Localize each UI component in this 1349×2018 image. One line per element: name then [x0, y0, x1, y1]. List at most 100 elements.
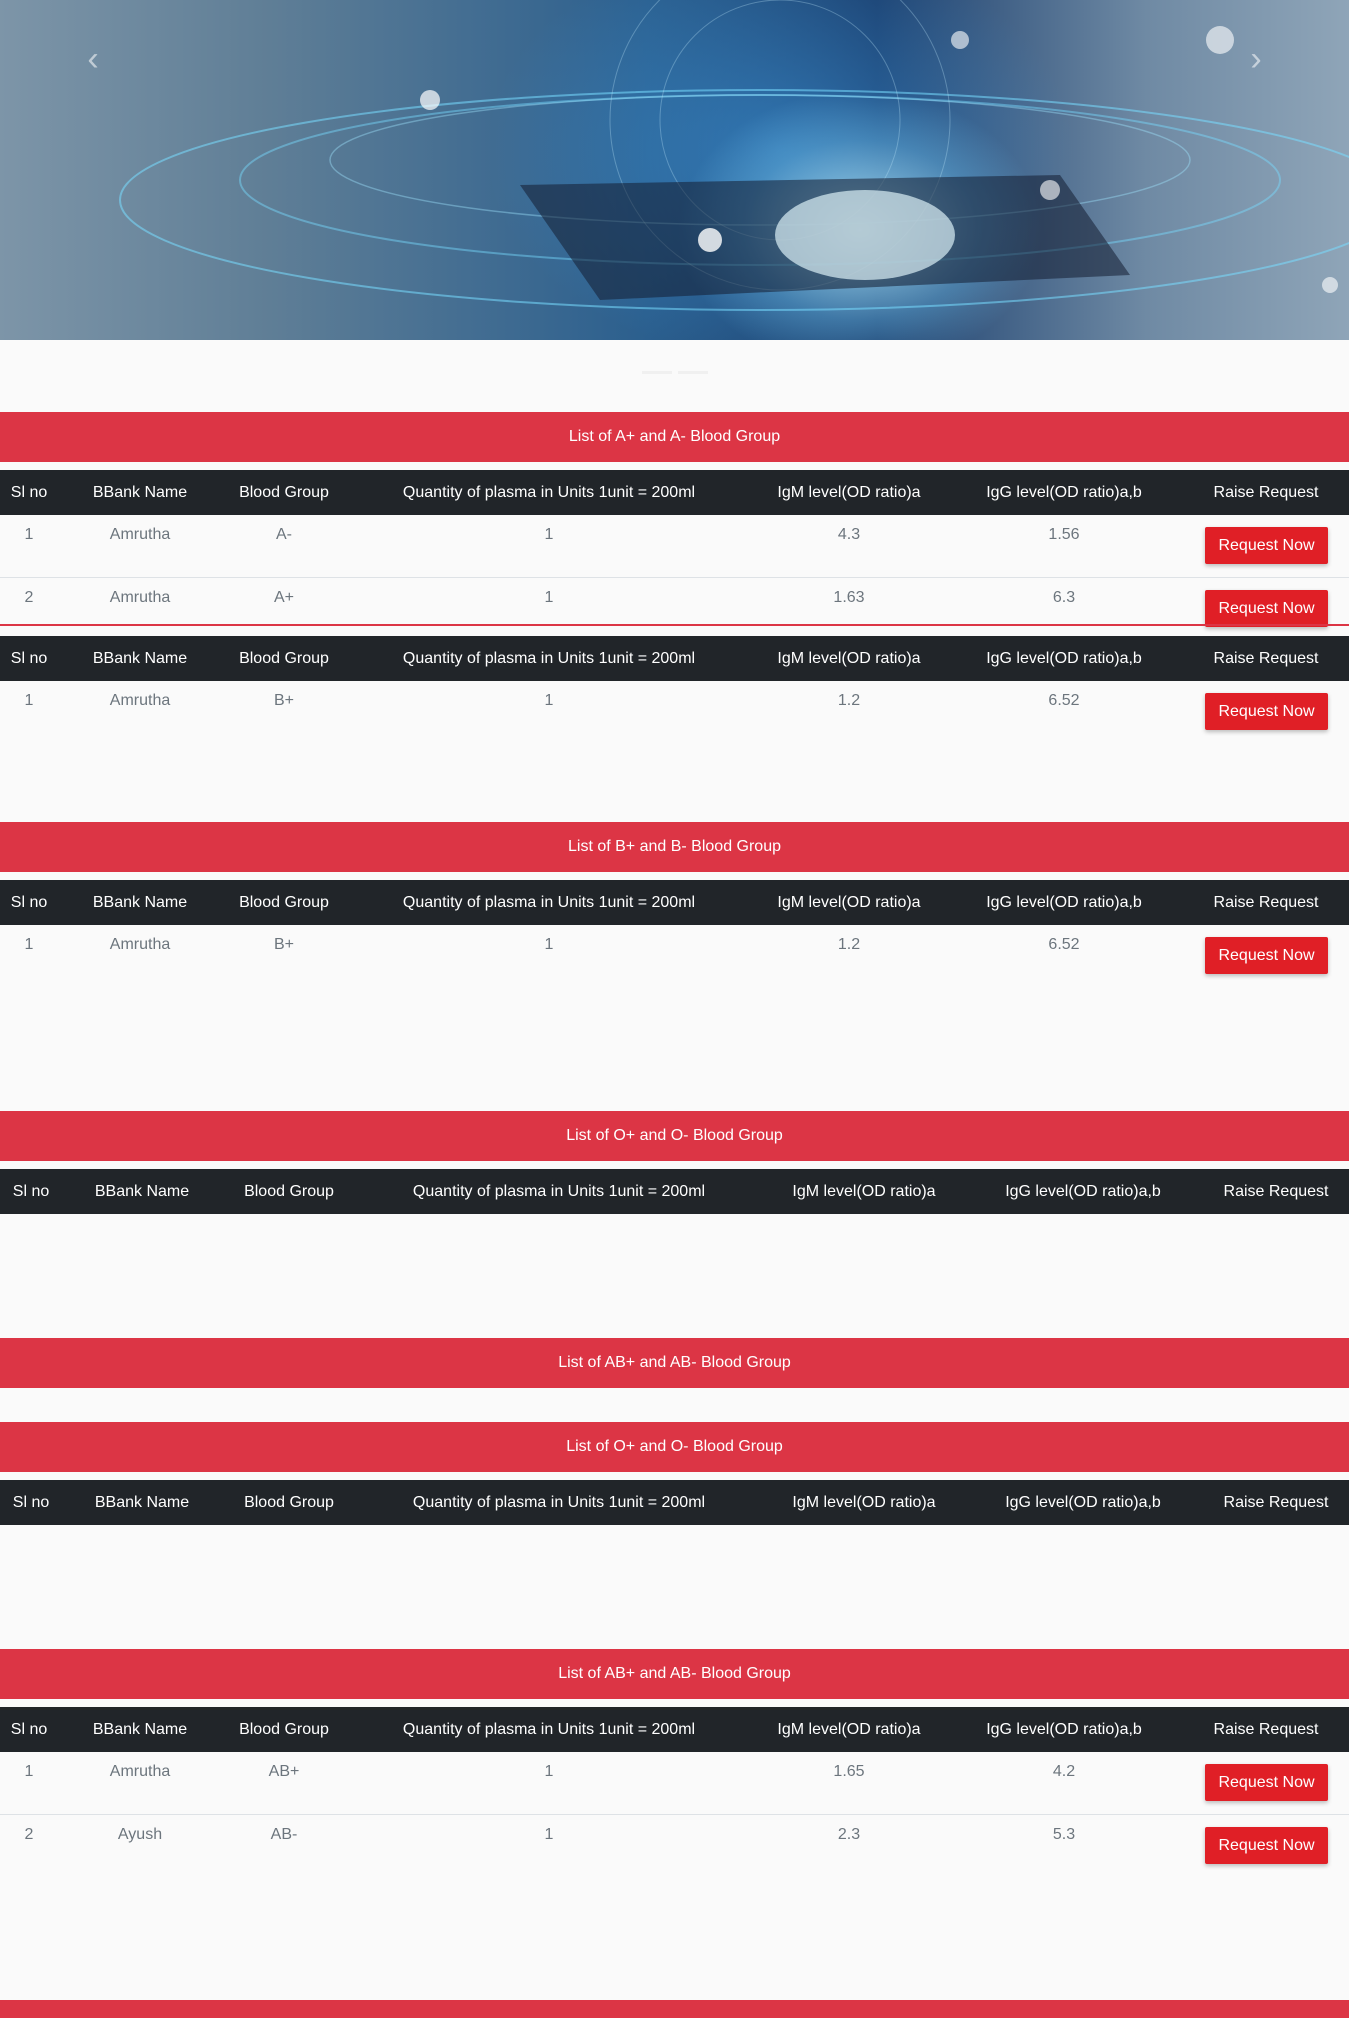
request-now-button[interactable]: Request Now — [1205, 693, 1328, 730]
column-header: BBank Name — [94, 1494, 190, 1511]
cell-igm: 1.2 — [837, 692, 861, 709]
cell-igg: 6.3 — [1052, 589, 1076, 606]
cell-igm: 1.2 — [837, 936, 861, 953]
cell-igm: 4.3 — [837, 526, 861, 543]
cell-sl-no: 1 — [24, 936, 34, 953]
column-header: Blood Group — [244, 1494, 334, 1511]
column-header: Sl no — [10, 1721, 48, 1738]
column-header: Sl no — [10, 894, 48, 911]
column-header: BBank Name — [92, 1721, 188, 1738]
cell-bbank-name: Amrutha — [109, 692, 171, 709]
cell-blood-group: AB+ — [268, 1763, 300, 1780]
column-header: Raise Request — [1223, 1183, 1329, 1200]
section-title: List of A+ and A- Blood Group — [0, 412, 1349, 462]
cell-sl-no: 1 — [24, 1763, 34, 1780]
carousel-indicator[interactable] — [677, 371, 708, 374]
request-now-button[interactable]: Request Now — [1205, 1827, 1328, 1864]
column-header: IgG level(OD ratio)a,b — [1005, 1494, 1161, 1511]
column-header: Raise Request — [1213, 484, 1319, 501]
hero-carousel: ‹ › — [0, 0, 1349, 340]
column-header: BBank Name — [94, 1183, 190, 1200]
column-header: Blood Group — [244, 1183, 334, 1200]
table-row: 1 Amrutha B+ 1 1.2 6.52 Request Now — [0, 925, 1349, 987]
cell-quantity: 1 — [544, 692, 554, 709]
cell-quantity: 1 — [544, 526, 554, 543]
table-row: 2 Amrutha A+ 1 1.63 6.3 Request Now — [0, 578, 1349, 640]
footer-strip — [0, 2000, 1349, 2018]
cell-quantity: 1 — [544, 589, 554, 606]
table-row: 2 Ayush AB- 1 2.3 5.3 Request Now — [0, 1815, 1349, 1877]
column-header: Blood Group — [239, 650, 329, 667]
column-header: IgM level(OD ratio)a — [777, 650, 921, 667]
cell-quantity: 1 — [544, 936, 554, 953]
cell-igm: 1.63 — [833, 589, 865, 606]
cell-sl-no: 1 — [24, 692, 34, 709]
cell-quantity: 1 — [544, 1826, 554, 1843]
table-header: Sl no BBank Name Blood Group Quantity of… — [0, 1707, 1349, 1752]
column-header: Sl no — [12, 1183, 50, 1200]
column-header: Quantity of plasma in Units 1unit = 200m… — [412, 1494, 706, 1511]
request-now-button[interactable]: Request Now — [1205, 937, 1328, 974]
cell-igg: 6.52 — [1048, 692, 1080, 709]
carousel-indicators — [0, 361, 1349, 379]
column-header: Blood Group — [239, 1721, 329, 1738]
column-header: IgG level(OD ratio)a,b — [986, 650, 1142, 667]
column-header: BBank Name — [92, 650, 188, 667]
request-now-button[interactable]: Request Now — [1205, 1764, 1328, 1801]
cell-igm: 1.65 — [833, 1763, 865, 1780]
cell-igg: 4.2 — [1052, 1763, 1076, 1780]
column-header: IgM level(OD ratio)a — [777, 484, 921, 501]
table-header: Sl no BBank Name Blood Group Quantity of… — [0, 1480, 1349, 1525]
cell-igg: 1.56 — [1048, 526, 1080, 543]
column-header: Raise Request — [1213, 650, 1319, 667]
cell-igm: 2.3 — [837, 1826, 861, 1843]
cell-blood-group: B+ — [273, 692, 295, 709]
cell-sl-no: 2 — [24, 589, 34, 606]
cell-blood-group: B+ — [273, 936, 295, 953]
column-header: IgM level(OD ratio)a — [792, 1494, 936, 1511]
column-header: Sl no — [10, 650, 48, 667]
cell-igg: 5.3 — [1052, 1826, 1076, 1843]
cell-sl-no: 1 — [24, 526, 34, 543]
request-now-button[interactable]: Request Now — [1205, 590, 1328, 627]
hero-image — [119, 0, 1349, 311]
cell-blood-group: AB- — [270, 1826, 298, 1843]
cell-bbank-name: Ayush — [117, 1826, 163, 1843]
section-title: List of AB+ and AB- Blood Group — [0, 1338, 1349, 1388]
table-row: 1 Amrutha B+ 1 1.2 6.52 Request Now — [0, 681, 1349, 743]
column-header: BBank Name — [92, 484, 188, 501]
column-header: IgG level(OD ratio)a,b — [986, 894, 1142, 911]
column-header: Quantity of plasma in Units 1unit = 200m… — [412, 1183, 706, 1200]
column-header: IgG level(OD ratio)a,b — [986, 484, 1142, 501]
column-header: IgM level(OD ratio)a — [777, 1721, 921, 1738]
column-header: Sl no — [12, 1494, 50, 1511]
table-header: Sl no BBank Name Blood Group Quantity of… — [0, 880, 1349, 925]
table-header: Sl no BBank Name Blood Group Quantity of… — [0, 470, 1349, 515]
cell-bbank-name: Amrutha — [109, 589, 171, 606]
table-row: 1 Amrutha A- 1 4.3 1.56 Request Now — [0, 515, 1349, 578]
section-title: List of O+ and O- Blood Group — [0, 1422, 1349, 1472]
column-header: Quantity of plasma in Units 1unit = 200m… — [402, 650, 696, 667]
cell-igg: 6.52 — [1048, 936, 1080, 953]
column-header: Blood Group — [239, 894, 329, 911]
request-now-button[interactable]: Request Now — [1205, 527, 1328, 564]
cell-bbank-name: Amrutha — [109, 1763, 171, 1780]
carousel-indicator[interactable] — [641, 371, 672, 374]
carousel-next-icon[interactable]: › — [1241, 42, 1271, 76]
table-header: Sl no BBank Name Blood Group Quantity of… — [0, 636, 1349, 681]
column-header: IgM level(OD ratio)a — [792, 1183, 936, 1200]
table-row: 1 Amrutha AB+ 1 1.65 4.2 Request Now — [0, 1752, 1349, 1815]
column-header: IgG level(OD ratio)a,b — [986, 1721, 1142, 1738]
column-header: Quantity of plasma in Units 1unit = 200m… — [402, 894, 696, 911]
cell-bbank-name: Amrutha — [109, 936, 171, 953]
cell-sl-no: 2 — [24, 1826, 34, 1843]
divider — [0, 624, 1349, 626]
carousel-prev-icon[interactable]: ‹ — [78, 42, 108, 76]
cell-blood-group: A- — [276, 526, 292, 543]
column-header: Blood Group — [239, 484, 329, 501]
column-header: Quantity of plasma in Units 1unit = 200m… — [402, 1721, 696, 1738]
column-header: Sl no — [10, 484, 48, 501]
column-header: IgG level(OD ratio)a,b — [1005, 1183, 1161, 1200]
column-header: Raise Request — [1223, 1494, 1329, 1511]
column-header: IgM level(OD ratio)a — [777, 894, 921, 911]
